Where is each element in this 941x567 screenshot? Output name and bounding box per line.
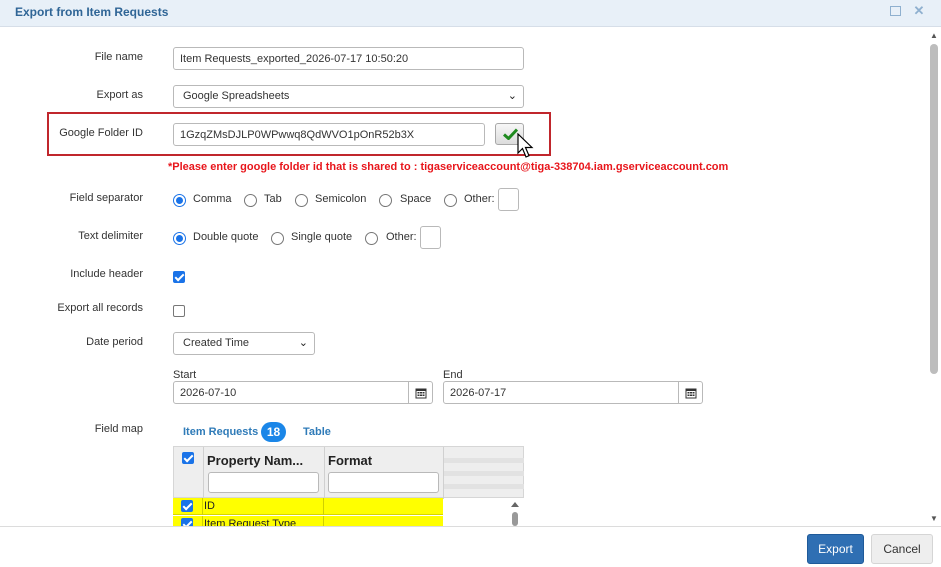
dialog-body: File name Export as Google Spreadsheets … bbox=[0, 28, 927, 526]
export-all-label: Export all records bbox=[57, 302, 143, 314]
row-property-name: Item Request Type bbox=[204, 518, 297, 526]
other-separator-input[interactable] bbox=[498, 188, 519, 211]
grid-header-filler bbox=[444, 484, 524, 489]
start-calendar-button[interactable] bbox=[408, 381, 433, 404]
column-divider bbox=[203, 447, 204, 499]
field-map-label: Field map bbox=[94, 423, 143, 435]
radio-double-quote[interactable] bbox=[173, 232, 186, 245]
end-calendar-button[interactable] bbox=[678, 381, 703, 404]
field-map-grid: Property Nam... Format ID Item Request T… bbox=[173, 446, 524, 526]
chevron-down-icon: ⌄ bbox=[298, 337, 308, 349]
radio-other-delimiter-label: Other: bbox=[386, 231, 417, 243]
file-name-label: File name bbox=[94, 51, 143, 63]
grid-header-filler bbox=[444, 471, 524, 476]
tab-table[interactable]: Table bbox=[303, 426, 331, 438]
radio-other-delimiter[interactable] bbox=[365, 232, 378, 245]
table-row[interactable]: ID bbox=[173, 498, 443, 515]
grid-scrollbar[interactable] bbox=[509, 498, 521, 526]
mouse-cursor-icon bbox=[517, 133, 534, 158]
format-filter[interactable] bbox=[328, 472, 439, 493]
export-all-checkbox[interactable] bbox=[173, 305, 185, 317]
scroll-up-icon[interactable]: ▲ bbox=[930, 31, 938, 40]
row-property-name: ID bbox=[204, 500, 215, 512]
radio-other-separator-label: Other: bbox=[464, 193, 495, 205]
tab-item-requests[interactable]: Item Requests bbox=[183, 426, 258, 438]
property-name-filter[interactable] bbox=[208, 472, 319, 493]
start-date-input[interactable] bbox=[173, 381, 409, 404]
scroll-down-icon[interactable]: ▼ bbox=[930, 514, 938, 523]
column-header-format[interactable]: Format bbox=[328, 453, 372, 468]
grid-header-filler bbox=[444, 458, 524, 463]
calendar-icon bbox=[685, 388, 697, 399]
dialog-titlebar: Export from Item Requests ✕ bbox=[0, 0, 941, 27]
grid-header: Property Nam... Format bbox=[173, 446, 524, 499]
radio-double-quote-label: Double quote bbox=[193, 231, 259, 243]
radio-tab-label: Tab bbox=[264, 193, 282, 205]
google-folder-label: Google Folder ID bbox=[59, 127, 143, 139]
google-folder-warning: *Please enter google folder id that is s… bbox=[168, 161, 729, 173]
end-label: End bbox=[443, 369, 463, 381]
close-icon[interactable]: ✕ bbox=[912, 4, 926, 18]
radio-single-quote-label: Single quote bbox=[291, 231, 353, 243]
dialog-scrollbar[interactable]: ▲ ▼ bbox=[927, 28, 941, 526]
column-header-property-name[interactable]: Property Nam... bbox=[207, 453, 303, 468]
radio-comma[interactable] bbox=[173, 194, 186, 207]
radio-comma-label: Comma bbox=[193, 193, 232, 205]
dialog-title: Export from Item Requests bbox=[15, 5, 169, 19]
radio-space-label: Space bbox=[400, 193, 432, 205]
row-checkbox[interactable] bbox=[181, 518, 193, 526]
date-period-select[interactable]: Created Time ⌄ bbox=[173, 332, 315, 355]
other-delimiter-input[interactable] bbox=[420, 226, 441, 249]
start-label: Start bbox=[173, 369, 197, 381]
item-requests-count-badge: 18 bbox=[261, 422, 286, 442]
radio-semicolon-label: Semicolon bbox=[315, 193, 367, 205]
chevron-down-icon: ⌄ bbox=[507, 90, 517, 102]
maximize-icon[interactable] bbox=[889, 4, 903, 18]
column-divider bbox=[323, 516, 324, 526]
column-divider bbox=[323, 498, 324, 515]
radio-other-separator[interactable] bbox=[444, 194, 457, 207]
export-as-value: Google Spreadsheets bbox=[183, 90, 290, 102]
end-date-input[interactable] bbox=[443, 381, 679, 404]
checkmark-icon bbox=[503, 128, 518, 140]
calendar-icon bbox=[415, 388, 427, 399]
cancel-button[interactable]: Cancel bbox=[871, 534, 933, 564]
export-as-label: Export as bbox=[96, 89, 143, 101]
google-folder-input[interactable] bbox=[173, 123, 485, 146]
radio-space[interactable] bbox=[379, 194, 392, 207]
radio-single-quote[interactable] bbox=[271, 232, 284, 245]
column-divider bbox=[202, 498, 203, 515]
scrollbar-thumb[interactable] bbox=[930, 44, 938, 374]
export-button[interactable]: Export bbox=[807, 534, 864, 564]
date-period-label: Date period bbox=[86, 336, 143, 348]
select-all-checkbox[interactable] bbox=[182, 452, 194, 464]
table-row[interactable]: Item Request Type bbox=[173, 516, 443, 526]
date-period-value: Created Time bbox=[183, 337, 250, 349]
file-name-input[interactable] bbox=[173, 47, 524, 70]
text-delimiter-label: Text delimiter bbox=[78, 230, 143, 242]
field-separator-label: Field separator bbox=[69, 192, 143, 204]
row-checkbox[interactable] bbox=[181, 500, 193, 512]
column-divider bbox=[202, 516, 203, 526]
column-divider bbox=[324, 447, 325, 499]
include-header-label: Include header bbox=[70, 268, 143, 280]
dialog-footer: Export Cancel bbox=[0, 526, 941, 567]
include-header-checkbox[interactable] bbox=[173, 271, 185, 283]
radio-semicolon[interactable] bbox=[295, 194, 308, 207]
radio-tab[interactable] bbox=[244, 194, 257, 207]
export-as-select[interactable]: Google Spreadsheets ⌄ bbox=[173, 85, 524, 108]
